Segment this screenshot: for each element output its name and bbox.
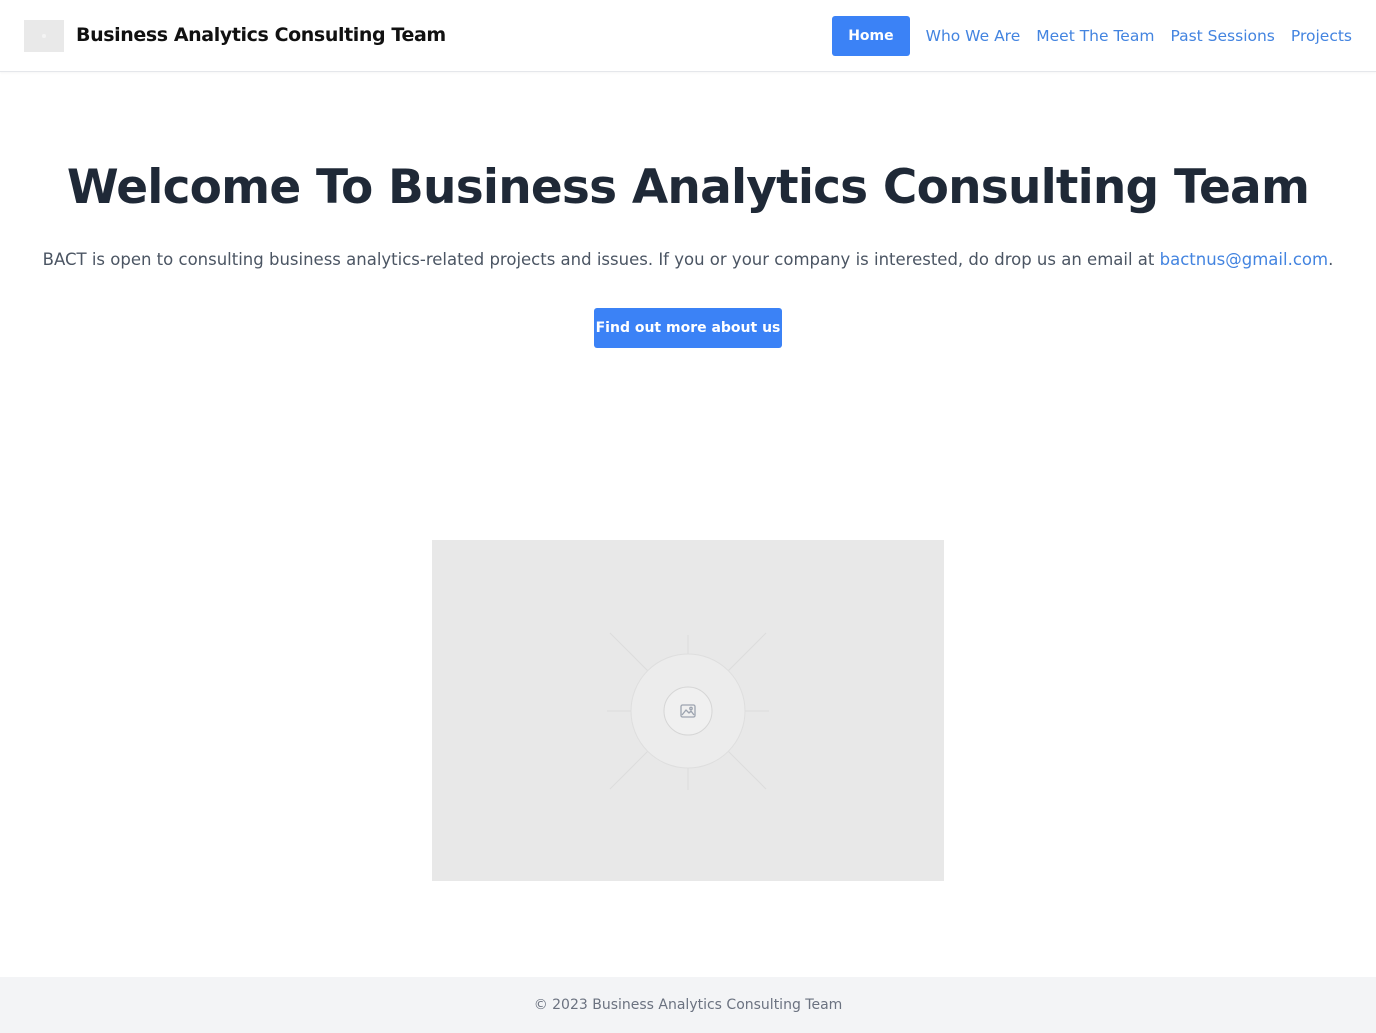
footer: © 2023 Business Analytics Consulting Tea…: [0, 977, 1376, 1033]
nav-link-meet-the-team[interactable]: Meet The Team: [1036, 27, 1154, 45]
hero-title: Welcome To Business Analytics Consulting…: [66, 160, 1310, 215]
hero-image-placeholder: [432, 540, 944, 881]
nav-link-projects[interactable]: Projects: [1291, 27, 1352, 45]
footer-copyright: © 2023 Business Analytics Consulting Tea…: [533, 997, 843, 1013]
top-navbar: Business Analytics Consulting Team Home …: [0, 0, 1376, 72]
nav-link-past-sessions[interactable]: Past Sessions: [1170, 27, 1274, 45]
brand-name[interactable]: Business Analytics Consulting Team: [76, 24, 446, 46]
nav-link-who-we-are[interactable]: Who We Are: [926, 27, 1021, 45]
main-nav: Home Who We Are Meet The Team Past Sessi…: [832, 16, 1352, 56]
hero-description: BACT is open to consulting business anal…: [0, 250, 1376, 269]
email-link[interactable]: bactnus@gmail.com: [1160, 250, 1328, 269]
logo-placeholder-icon[interactable]: [24, 20, 64, 52]
hero-description-end: .: [1328, 250, 1334, 269]
image-icon: [607, 632, 769, 790]
hero-description-text: BACT is open to consulting business anal…: [42, 250, 1160, 269]
nav-home-button[interactable]: Home: [832, 16, 910, 56]
logo-dot: [42, 34, 46, 38]
find-out-more-button[interactable]: Find out more about us: [594, 308, 782, 348]
